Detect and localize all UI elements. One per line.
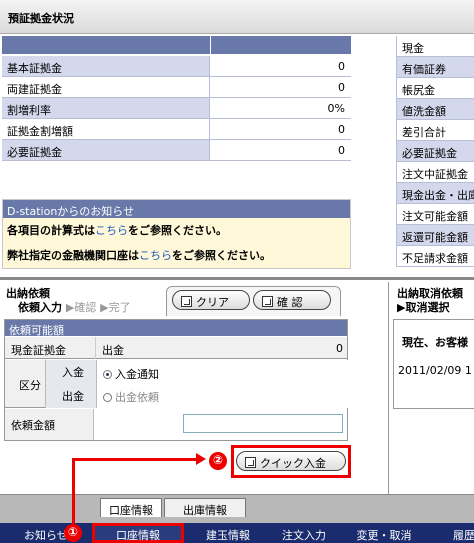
arrow-box-icon (181, 296, 192, 307)
annotation-line-horizontal (72, 458, 198, 461)
deposit-row-label: 割増利率 (2, 98, 210, 118)
summary-item: 差引合計 (396, 120, 474, 141)
summary-item: 現金 (396, 36, 474, 57)
category-row: 区分 入金 出金 入金通知 出金依頼 (5, 360, 348, 408)
radio-empty-icon (103, 393, 112, 402)
notice-line-1: 各項目の計算式はこちらをご参照ください。 (7, 224, 227, 237)
amount-row: 依頼金額 (5, 409, 347, 440)
available-amount-row: 現金証拠金 出金 0 (5, 337, 347, 359)
deposit-row-value: 0 (338, 60, 345, 73)
arrow-box-icon (262, 296, 273, 307)
deposit-row-value: 0 (338, 144, 345, 157)
deposit-row-label: 両建証拠金 (2, 77, 210, 97)
page-header: 預証拠金状況 (0, 0, 474, 34)
deposit-row: 割増利率 0% (2, 98, 351, 119)
summary-item: 帳尻金 (396, 78, 474, 99)
tab-delivery-info[interactable]: 出庫情報 (164, 498, 246, 517)
summary-item: 現金出金・出庫 (396, 183, 474, 204)
deposit-row: 証拠金割増額 0 (2, 119, 351, 140)
deposit-row-label: 証拠金割増額 (2, 119, 210, 139)
summary-item: 注文中証拠金 (396, 162, 474, 183)
available-amount-title: 依頼可能額 (5, 320, 347, 337)
clear-button[interactable]: クリア (172, 290, 250, 310)
section-divider (0, 277, 474, 280)
annotation-marker-2: ② (209, 452, 227, 470)
arrow-box-icon (245, 457, 256, 468)
quick-deposit-button[interactable]: クイック入金 (236, 451, 346, 471)
request-form: 依頼可能額 現金証拠金 出金 0 区分 入金 出金 入金通知 出金依頼 依頼金額 (4, 319, 348, 441)
nav-item[interactable]: 変更・取消 (344, 523, 424, 543)
nav-item[interactable]: 履歴 (444, 523, 474, 543)
formula-link[interactable]: こちら (95, 224, 128, 237)
request-steps: 依頼入力 ▶確認 ▶完了 (18, 299, 131, 315)
deposit-row-label: 必要証拠金 (2, 140, 210, 160)
tab-account-info[interactable]: 口座情報 (100, 498, 162, 517)
deposit-row-value: 0% (327, 102, 345, 115)
step-confirm: ▶確認 (65, 301, 97, 314)
notice-title: D-stationからのお知らせ (3, 200, 350, 218)
cancel-content: 現在、お客様 2011/02/09 1 (393, 319, 474, 409)
nav-item[interactable]: 注文入力 (272, 523, 336, 543)
nav-item[interactable]: 口座情報 (92, 523, 184, 543)
deposit-table-header (2, 36, 351, 54)
cancel-step: ▶取消選択 (397, 301, 450, 314)
cancel-panel: 出納取消依頼 ▶取消選択 現在、お客様 2011/02/09 1 (388, 282, 474, 494)
summary-item: 返還可能金額 (396, 225, 474, 246)
deposit-row: 必要証拠金 0 (2, 140, 351, 161)
radio-selected-icon (103, 370, 112, 379)
deposit-row-value: 0 (338, 123, 345, 136)
deposit-row-label: 基本証拠金 (2, 56, 210, 76)
annotation-marker-1: ① (64, 524, 82, 542)
deposit-row: 両建証拠金 0 (2, 77, 351, 98)
request-panel: 出納依頼 依頼入力 ▶確認 ▶完了 クリア 確 認 依頼可能額 現金証拠金 出金… (0, 282, 380, 494)
deposit-row: 基本証拠金 0 (2, 56, 351, 77)
notice-box: D-stationからのお知らせ 各項目の計算式はこちらをご参照ください。 弊社… (2, 199, 351, 269)
summary-item: 不足請求金額 (396, 246, 474, 267)
cancel-date: 2011/02/09 1 (398, 364, 472, 377)
deposit-row-value: 0 (338, 81, 345, 94)
summary-item: 値洗金額 (396, 99, 474, 120)
annotation-arrowhead-icon (196, 453, 206, 465)
amount-input[interactable] (183, 414, 343, 433)
nav-item[interactable]: 建玉情報 (190, 523, 266, 543)
notice-line-2: 弊社指定の金融機関口座はこちらをご参照ください。 (7, 249, 271, 262)
summary-item: 有価証券 (396, 57, 474, 78)
summary-item: 注文可能金額 (396, 204, 474, 225)
confirm-button[interactable]: 確 認 (253, 290, 331, 310)
withdraw-available-value: 0 (336, 342, 343, 355)
step-input: 依頼入力 (18, 301, 62, 314)
step-complete: ▶完了 (100, 301, 131, 314)
cancel-message: 現在、お客様 (402, 336, 468, 349)
deposit-notice-radio[interactable]: 入金通知 (103, 366, 159, 382)
bank-account-link[interactable]: こちら (139, 249, 172, 262)
page-title: 預証拠金状況 (8, 12, 74, 25)
summary-item: 必要証拠金 (396, 141, 474, 162)
annotation-line-vertical (72, 458, 75, 524)
withdraw-request-radio[interactable]: 出金依頼 (103, 389, 159, 405)
